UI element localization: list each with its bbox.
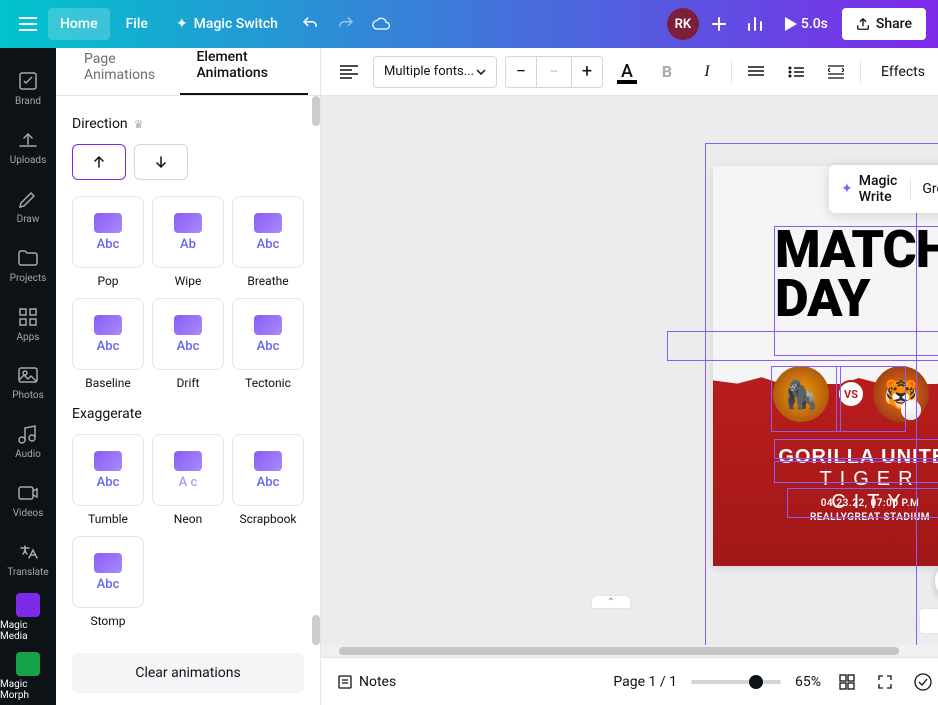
- font-select[interactable]: Multiple fonts...: [373, 56, 497, 88]
- tab-page-animations[interactable]: Page Animations: [68, 39, 180, 95]
- font-size-minus[interactable]: −: [506, 57, 536, 87]
- rail-magic-morph[interactable]: Magic Morph: [0, 648, 56, 705]
- magic-write-button[interactable]: ✦Magic Write: [841, 173, 898, 205]
- rail-apps[interactable]: Apps: [0, 295, 56, 352]
- context-toolbar: Multiple fonts... − -- + A B I Effects: [321, 48, 938, 96]
- left-rail: Brand Uploads Draw Projects Apps Photos …: [0, 48, 56, 705]
- floating-toolbar: ✦Magic Write Group: [829, 165, 938, 213]
- tab-element-animations[interactable]: Element Animations: [180, 37, 308, 95]
- rail-videos[interactable]: Videos: [0, 472, 56, 529]
- rail-uploads[interactable]: Uploads: [0, 119, 56, 176]
- notes-button[interactable]: Notes: [337, 674, 396, 690]
- bold-button[interactable]: B: [651, 56, 683, 88]
- crown-icon: ♛: [134, 118, 144, 131]
- rail-brand[interactable]: Brand: [0, 60, 56, 117]
- undo-icon[interactable]: [294, 8, 326, 40]
- text-align-icon[interactable]: [740, 56, 772, 88]
- redo-icon[interactable]: [330, 8, 362, 40]
- anim-drift[interactable]: AbcDrift: [152, 298, 224, 390]
- canvas-page[interactable]: MATCHDAY 🦍 VS 🐯 GORILLA UNITED TIGER CIT…: [713, 166, 938, 566]
- spacing-icon[interactable]: [820, 56, 852, 88]
- zoom-value: 65%: [795, 674, 821, 690]
- anim-stomp[interactable]: AbcStomp: [72, 536, 144, 628]
- share-button[interactable]: Share: [842, 8, 926, 40]
- bottom-bar: Notes Page 1 / 1 65%: [321, 657, 938, 705]
- plus-icon[interactable]: [703, 8, 735, 40]
- sparkle-icon: ✦: [176, 16, 188, 32]
- stadium-name[interactable]: REALLYGREAT STADIUM: [775, 512, 938, 523]
- rail-projects[interactable]: Projects: [0, 236, 56, 293]
- align-left-icon[interactable]: [333, 56, 365, 88]
- check-icon[interactable]: [911, 670, 935, 694]
- canvas-area: Multiple fonts... − -- + A B I Effects: [321, 48, 938, 705]
- team-logos[interactable]: 🦍 VS 🐯: [773, 366, 929, 422]
- list-icon[interactable]: [780, 56, 812, 88]
- rail-draw[interactable]: Draw: [0, 178, 56, 235]
- direction-down-button[interactable]: [134, 144, 188, 180]
- match-date[interactable]: 04.23.22, 07:00 P.M: [775, 498, 938, 509]
- grid-view-icon[interactable]: [835, 670, 859, 694]
- font-size-input[interactable]: --: [536, 57, 572, 87]
- vs-badge: VS: [837, 380, 865, 408]
- animations-panel: Page Animations Element Animations Direc…: [56, 48, 321, 705]
- clear-animations-button[interactable]: Clear animations: [72, 653, 304, 693]
- page-handle[interactable]: ⌃: [591, 595, 631, 609]
- rail-translate[interactable]: Translate: [0, 531, 56, 588]
- match-title[interactable]: MATCHDAY: [775, 226, 938, 324]
- gorilla-logo[interactable]: 🦍: [773, 366, 829, 422]
- add-page-button[interactable]: +Add page: [919, 608, 938, 634]
- file-button[interactable]: File: [114, 8, 160, 40]
- italic-button[interactable]: I: [691, 56, 723, 88]
- direction-up-button[interactable]: [72, 144, 126, 180]
- play-button[interactable]: 5.0s: [775, 8, 838, 40]
- home-button[interactable]: Home: [48, 8, 110, 40]
- group-button[interactable]: Group: [922, 181, 938, 197]
- font-color-button[interactable]: A: [611, 56, 643, 88]
- rail-audio[interactable]: Audio: [0, 413, 56, 470]
- anim-tectonic[interactable]: AbcTectonic: [232, 298, 304, 390]
- team1-name[interactable]: GORILLA UNITED: [775, 446, 938, 469]
- anim-breathe[interactable]: AbcBreathe: [232, 196, 304, 288]
- effects-button[interactable]: Effects: [869, 58, 937, 86]
- rail-photos[interactable]: Photos: [0, 354, 56, 411]
- page-indicator[interactable]: Page 1 / 1: [613, 674, 677, 690]
- chart-icon[interactable]: [739, 8, 771, 40]
- anim-pop[interactable]: AbcPop: [72, 196, 144, 288]
- anim-baseline[interactable]: AbcBaseline: [72, 298, 144, 390]
- anim-scrapbook[interactable]: AbcScrapbook: [232, 434, 304, 526]
- cloud-icon[interactable]: [366, 8, 398, 40]
- rail-magic-media[interactable]: Magic Media: [0, 589, 56, 646]
- direction-label: Direction♛: [72, 116, 304, 132]
- horizontal-scrollbar[interactable]: [321, 645, 938, 657]
- anim-tumble[interactable]: AbcTumble: [72, 434, 144, 526]
- fullscreen-icon[interactable]: [873, 670, 897, 694]
- anim-wipe[interactable]: AbWipe: [152, 196, 224, 288]
- anim-neon[interactable]: A cNeon: [152, 434, 224, 526]
- exaggerate-label: Exaggerate: [72, 406, 304, 422]
- tiger-logo[interactable]: 🐯: [873, 366, 929, 422]
- font-size-plus[interactable]: +: [572, 57, 602, 87]
- sparkle-icon: ✦: [841, 181, 853, 197]
- menu-icon[interactable]: [12, 8, 44, 40]
- magic-switch-button[interactable]: ✦Magic Switch: [164, 8, 290, 40]
- avatar[interactable]: RK: [667, 8, 699, 40]
- zoom-slider[interactable]: [691, 680, 781, 684]
- canvas-viewport[interactable]: MATCHDAY 🦍 VS 🐯 GORILLA UNITED TIGER CIT…: [321, 96, 938, 657]
